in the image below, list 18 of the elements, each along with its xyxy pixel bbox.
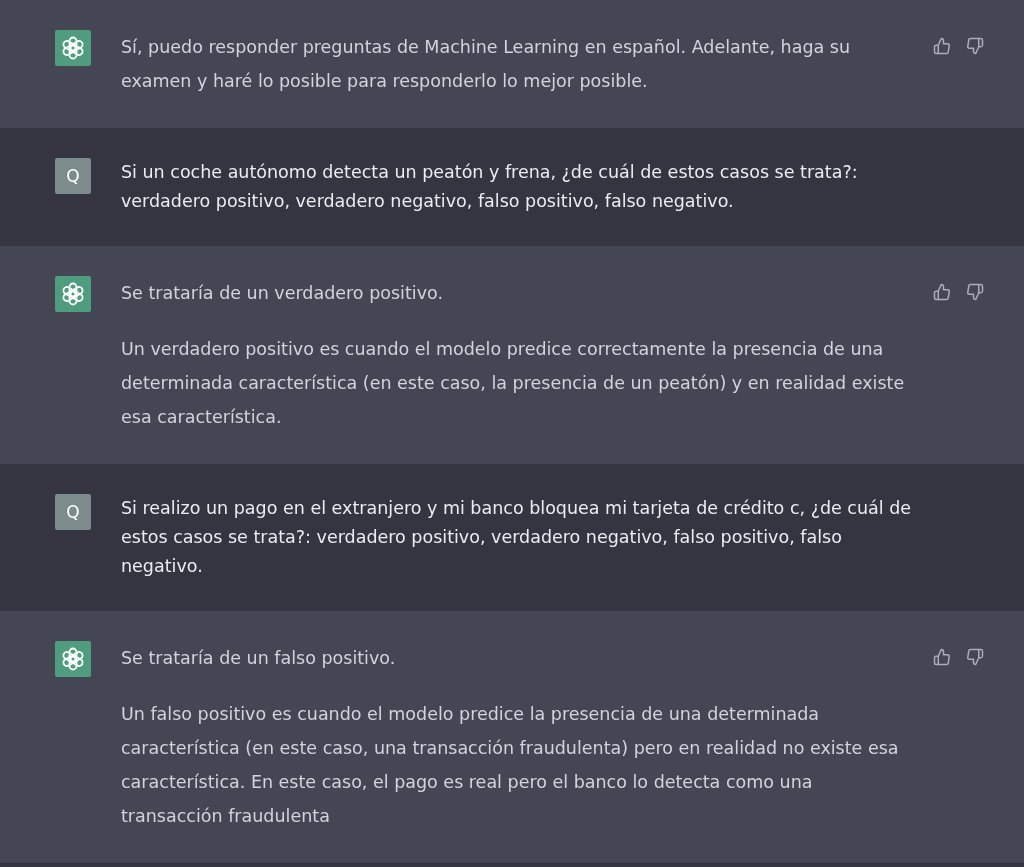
message-text: Si un coche autónomo detecta un peatón y frena, ¿de cuál de estos casos se trata?: verdadero positivo, verdadero negativo, falso positivo, falso negativo.: [121, 161, 859, 213]
knot-logo-icon: [55, 276, 91, 312]
thumbs-up-icon[interactable]: [933, 648, 951, 666]
thumbs-up-icon[interactable]: [933, 283, 951, 301]
thumbs-up-icon[interactable]: [933, 37, 951, 55]
thumbs-down-icon[interactable]: [966, 37, 984, 55]
message-text: Se trataría de un falso positivo.: [121, 647, 397, 670]
thumbs-down-icon[interactable]: [966, 648, 984, 666]
message-text: Si realizo un pago en el extranjero y mi banco bloquea mi tarjeta de crédito c, ¿de cuál de estos casos se trata?: verdadero positivo, verdadero negativo, falso positivo, falso negativo.: [121, 497, 913, 578]
knot-logo-icon: [55, 30, 91, 66]
user-avatar: Q: [55, 494, 91, 530]
knot-logo-icon: [55, 641, 91, 677]
message-text: Un verdadero positivo es cuando el modelo predice correctamente la presencia de una determinada característica (en este caso, la presencia de un peatón) y en realidad existe esa característica.: [121, 338, 906, 429]
message-text: Sí, puedo responder preguntas de Machine Learning en español. Adelante, haga su examen y haré lo posible para responderlo lo mejor posible.: [121, 36, 852, 93]
thumbs-down-icon[interactable]: [966, 283, 984, 301]
message-text: Se trataría de un verdadero positivo.: [121, 282, 444, 305]
message-text: Un falso positivo es cuando el modelo predice la presencia de una determinada característica (en este caso, una transacción fraudulenta) pero en realidad no existe esa característica. En este caso, el pago es real pero el banco lo detecta como una transacción fraudulenta: [121, 703, 900, 828]
user-avatar: Q: [55, 158, 91, 194]
